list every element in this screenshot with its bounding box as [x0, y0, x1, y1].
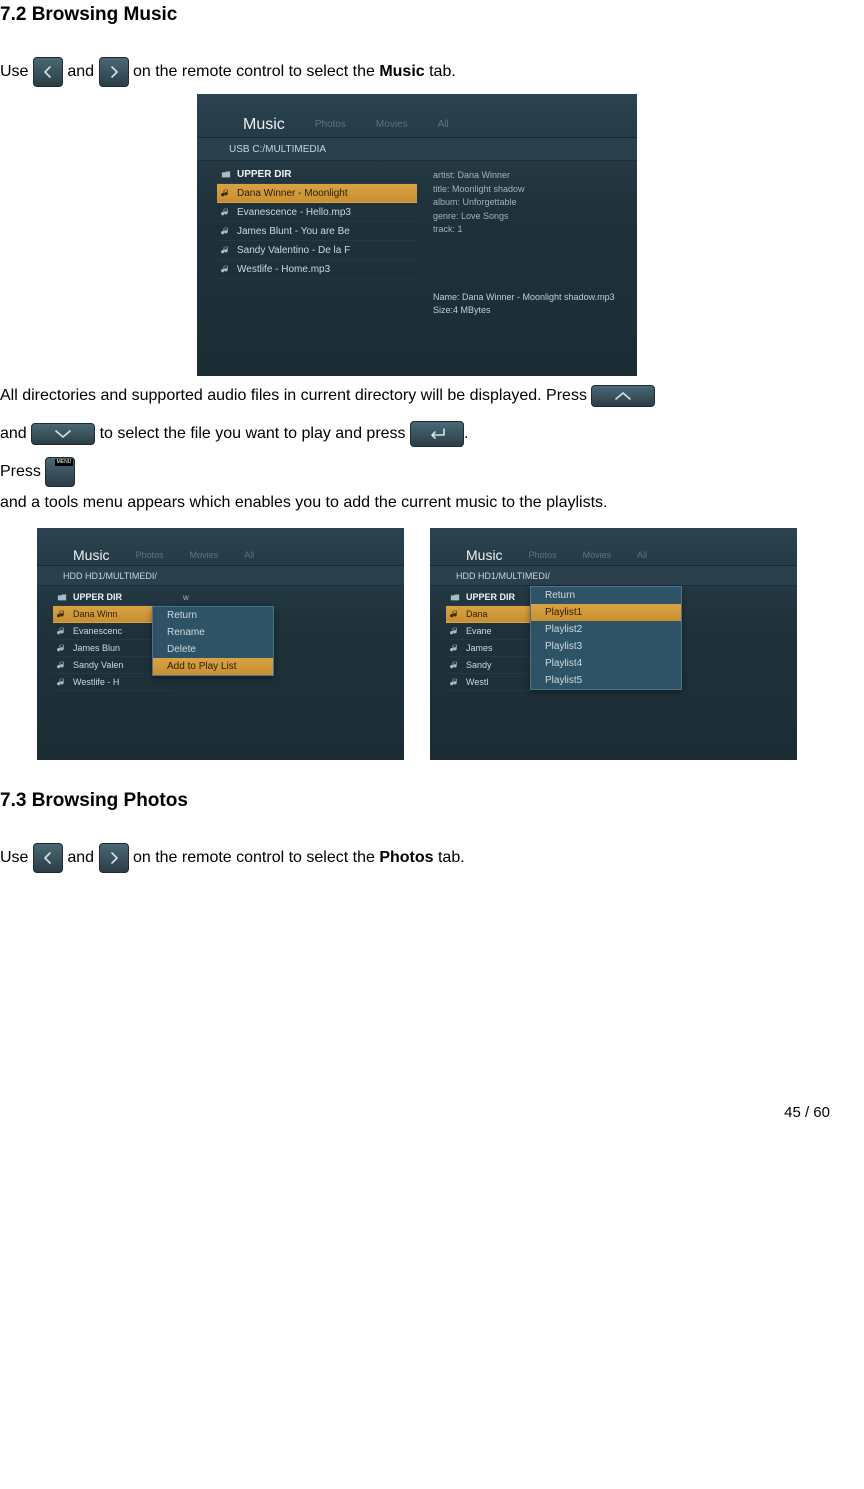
- down-arrow-icon: [31, 423, 95, 445]
- photos-tab-word: Photos: [379, 849, 433, 866]
- file-item[interactable]: Westlife - H: [53, 674, 173, 691]
- tab-music[interactable]: Music: [466, 547, 503, 566]
- meta-track: track: 1: [433, 223, 625, 237]
- playlists-popup: Return Playlist1 Playlist2 Playlist3 Pla…: [530, 586, 682, 690]
- file-item[interactable]: James: [446, 640, 531, 657]
- enter-icon: [410, 421, 464, 447]
- file-list: UPPER DIR Dana Winner - Moonlight Evanes…: [197, 161, 417, 373]
- paragraph-use-lr-photos: Use and on the remote control to select …: [0, 842, 834, 874]
- paragraph-select-file: and to select the file you want to play …: [0, 418, 834, 450]
- tab-photos[interactable]: Photos: [315, 119, 346, 138]
- paragraph-directories: All directories and supported audio file…: [0, 380, 834, 412]
- paragraph-use-lr-music: Use and on the remote control to select …: [0, 56, 834, 88]
- left-arrow-icon: [33, 57, 63, 87]
- meta-size: Size:4 MBytes: [433, 304, 625, 318]
- music-note-icon: [221, 245, 231, 255]
- meta-album: album: Unforgettable: [433, 196, 625, 210]
- section-7-2-title: 7.2 Browsing Music: [0, 4, 834, 26]
- tools-popup: Return Rename Delete Add to Play List: [152, 606, 274, 676]
- popup-playlist5[interactable]: Playlist5: [531, 672, 681, 689]
- popup-playlist1[interactable]: Playlist1: [531, 604, 681, 621]
- meta-genre: genre: Love Songs: [433, 210, 625, 224]
- popup-delete[interactable]: Delete: [153, 641, 273, 658]
- music-note-icon: [221, 188, 231, 198]
- popup-return[interactable]: Return: [153, 607, 273, 624]
- screenshot-playlist-menu: Music Photos Movies All HDD HD1/MULTIMED…: [430, 528, 797, 760]
- info-panel: artist: Dana Winner title: Moonlight sha…: [417, 161, 637, 373]
- path-bar: HDD HD1/MULTIMEDI/: [430, 566, 797, 586]
- popup-playlist4[interactable]: Playlist4: [531, 655, 681, 672]
- file-item[interactable]: Westlife - Home.mp3: [217, 260, 417, 279]
- popup-playlist2[interactable]: Playlist2: [531, 621, 681, 638]
- path-bar: HDD HD1/MULTIMEDI/: [37, 566, 404, 586]
- meta-title: title: Moonlight shadow: [433, 183, 625, 197]
- tab-all[interactable]: All: [637, 550, 647, 566]
- file-item[interactable]: Sandy Valentino - De la F: [217, 241, 417, 260]
- folder-up-icon: [221, 169, 231, 179]
- file-item[interactable]: Evane: [446, 623, 531, 640]
- tab-photos[interactable]: Photos: [136, 550, 164, 566]
- file-item-selected[interactable]: Dana Winner - Moonlight: [217, 184, 417, 203]
- screenshot-music-browser: Music Photos Movies All USB C:/MULTIMEDI…: [197, 94, 637, 376]
- upper-dir[interactable]: UPPER DIR: [446, 589, 531, 606]
- music-note-icon: [221, 207, 231, 217]
- popup-playlist3[interactable]: Playlist3: [531, 638, 681, 655]
- upper-dir[interactable]: UPPER DIR: [53, 589, 173, 606]
- tab-movies[interactable]: Movies: [376, 119, 408, 138]
- popup-return[interactable]: Return: [531, 587, 681, 604]
- file-item[interactable]: Westl: [446, 674, 531, 691]
- paragraph-menu-tools: Press MENU: [0, 456, 834, 488]
- right-arrow-icon: [99, 57, 129, 87]
- tab-movies[interactable]: Movies: [190, 550, 219, 566]
- meta-filename: Name: Dana Winner - Moonlight shadow.mp3: [433, 291, 625, 305]
- left-arrow-icon: [33, 843, 63, 873]
- tab-music[interactable]: Music: [73, 547, 110, 566]
- music-note-icon: [221, 264, 231, 274]
- page-number: 45 / 60: [0, 1104, 834, 1121]
- file-item-selected[interactable]: Dana: [446, 606, 531, 623]
- tab-photos[interactable]: Photos: [529, 550, 557, 566]
- file-item[interactable]: James Blunt - You are Be: [217, 222, 417, 241]
- file-item[interactable]: Evanescence - Hello.mp3: [217, 203, 417, 222]
- music-note-icon: [221, 226, 231, 236]
- meta-artist: artist: Dana Winner: [433, 169, 625, 183]
- up-arrow-icon: [591, 385, 655, 407]
- tab-bar: Music Photos Movies All: [197, 94, 637, 138]
- screenshot-tools-menu: Music Photos Movies All HDD HD1/MULTIMED…: [37, 528, 404, 760]
- upper-dir[interactable]: UPPER DIR: [217, 165, 417, 184]
- music-tab-word: Music: [379, 63, 424, 80]
- path-bar: USB C:/MULTIMEDIA: [197, 138, 637, 161]
- menu-label: MENU: [55, 459, 74, 466]
- tab-music[interactable]: Music: [243, 116, 285, 138]
- section-7-3-title: 7.3 Browsing Photos: [0, 790, 834, 812]
- right-arrow-icon: [99, 843, 129, 873]
- tab-movies[interactable]: Movies: [583, 550, 612, 566]
- tab-all[interactable]: All: [244, 550, 254, 566]
- popup-rename[interactable]: Rename: [153, 624, 273, 641]
- menu-button-icon: MENU: [45, 457, 75, 487]
- popup-add-to-playlist[interactable]: Add to Play List: [153, 658, 273, 675]
- tab-all[interactable]: All: [438, 119, 449, 138]
- file-item[interactable]: Sandy: [446, 657, 531, 674]
